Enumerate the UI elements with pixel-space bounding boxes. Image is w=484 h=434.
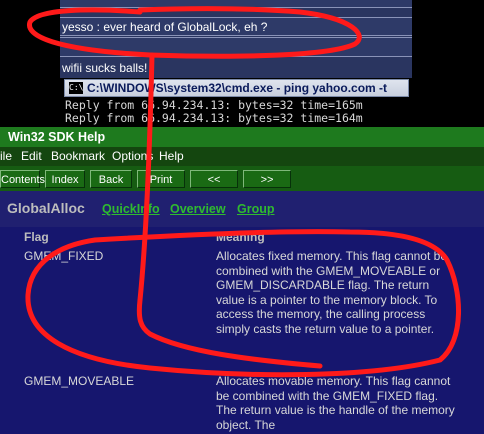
next-button[interactable]: >> [243,170,291,188]
toolbar: Contents Index Back Print << >> [0,166,484,191]
contents-button[interactable]: Contents [0,170,45,188]
overview-link[interactable]: Overview [170,202,226,216]
menu-file[interactable]: ile [0,147,12,166]
previous-button[interactable]: << [190,170,238,188]
topic-header: GlobalAlloc QuickInfo Overview Group [0,191,484,227]
chat-panel: yesso : ever heard of GlobalLock, eh ? w… [60,0,412,84]
chat-message: yesso : ever heard of GlobalLock, eh ? [60,17,412,36]
quickinfo-link[interactable]: QuickInfo [102,202,160,216]
chat-message: wifii sucks balls! [60,59,412,78]
flag-name: GMEM_MOVEABLE [24,374,135,388]
menu-bookmark[interactable]: Bookmark [51,147,105,166]
topic-title: GlobalAlloc [7,200,85,216]
index-button[interactable]: Index [45,170,85,188]
cmd-output-line: Reply from 66.94.234.13: bytes=32 time=1… [65,111,363,125]
flag-meaning: Allocates fixed memory. This flag cannot… [216,249,447,336]
help-window[interactable]: Win32 SDK Help ile Edit Bookmark Options… [0,127,484,434]
help-title-bar[interactable]: Win32 SDK Help [0,127,484,147]
print-button[interactable]: Print [137,170,185,188]
cmd-title: C:\WINDOWS\system32\cmd.exe - ping yahoo… [87,81,388,95]
menu-bar: ile Edit Bookmark Options Help [0,147,484,166]
flag-meaning: Allocates movable memory. This flag cann… [216,374,455,432]
menu-options[interactable]: Options [112,147,153,166]
help-window-title: Win32 SDK Help [8,130,106,144]
menu-edit[interactable]: Edit [21,147,42,166]
flag-column-header: Flag [24,230,49,244]
group-link[interactable]: Group [237,202,275,216]
cmd-title-bar[interactable]: C:\ C:\WINDOWS\system32\cmd.exe - ping y… [64,79,409,97]
help-content: Flag Meaning GMEM_FIXED Allocates fixed … [0,227,484,434]
chat-row [60,37,412,57]
menu-help[interactable]: Help [159,147,184,166]
cmd-window[interactable]: C:\ C:\WINDOWS\system32\cmd.exe - ping y… [60,78,414,134]
meaning-column-header: Meaning [216,230,265,244]
back-button[interactable]: Back [90,170,132,188]
chat-row [60,0,412,8]
console-icon: C:\ [69,82,84,94]
flag-name: GMEM_FIXED [24,249,104,263]
